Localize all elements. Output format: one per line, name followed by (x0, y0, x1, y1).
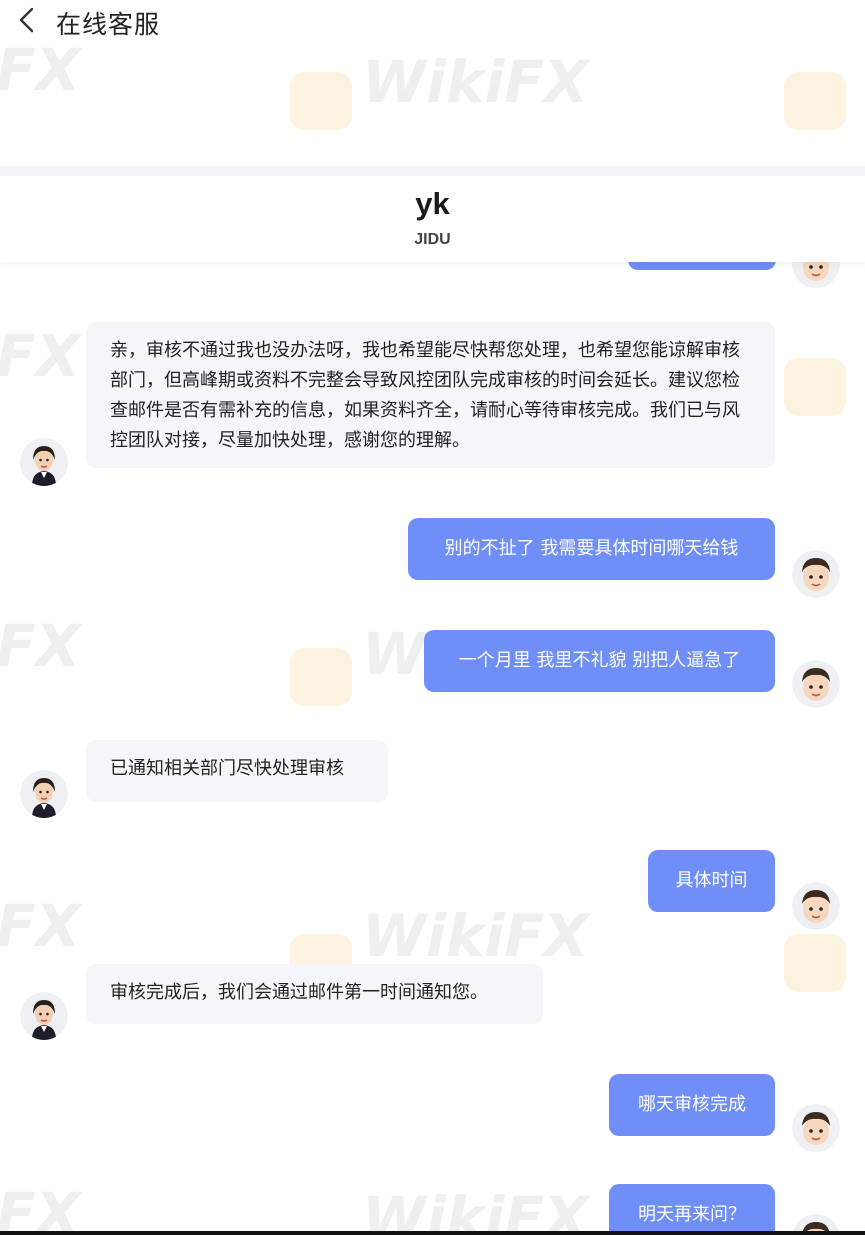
watermark-fragment: FX (0, 36, 81, 104)
user-message-bubble: 别的不扯了 我需要具体时间哪天给钱 (408, 518, 775, 580)
agent-avatar-icon (20, 992, 68, 1040)
chevron-left-icon[interactable] (16, 6, 40, 34)
user-message-bubble: 明天再来问？ (609, 1184, 775, 1231)
agent-avatar-icon (20, 770, 68, 818)
agent-header: yk JIDU (0, 176, 865, 262)
watermark-text: WikiFX (362, 902, 589, 970)
watermark-logo (290, 648, 352, 706)
watermark-logo (784, 934, 846, 992)
top-bar: 在线客服 (0, 0, 865, 44)
watermark-fragment: FX (0, 1180, 81, 1231)
page-title: 在线客服 (56, 10, 161, 39)
agent-message-bubble: 已通知相关部门尽快处理审核 (86, 740, 388, 802)
bottom-edge (0, 1231, 865, 1235)
watermark-fragment: FX (0, 612, 81, 680)
user-message-bubble: 具体时间 (648, 850, 775, 912)
user-avatar-icon (792, 1104, 840, 1152)
header-divider (0, 166, 865, 176)
user-message-bubble: 一个月里 我里不礼貌 别把人逼急了 (424, 630, 775, 692)
watermark-fragment: FX (0, 892, 81, 960)
user-message-bubble: 哪天审核完成 (609, 1074, 775, 1136)
agent-avatar-icon (20, 438, 68, 486)
watermark-text: WikiFX (362, 48, 589, 116)
user-avatar-icon (792, 660, 840, 708)
agent-message-bubble: 亲，审核不通过我也没办法呀，我也希望能尽快帮您处理，也希望您能谅解审核部门，但高… (86, 322, 775, 468)
agent-message-bubble: 审核完成后，我们会通过邮件第一时间通知您。 (86, 964, 543, 1024)
chat-area[interactable]: FX FX WikiFX FX WikiFX FX WikiFX 亲，审核不通过… (0, 262, 865, 1231)
watermark-logo (290, 72, 352, 130)
user-avatar-icon (792, 550, 840, 598)
user-avatar-icon (792, 1214, 840, 1231)
watermark-logo (784, 358, 846, 416)
watermark-fragment: FX (0, 322, 81, 390)
agent-name: yk (415, 186, 450, 221)
user-avatar-icon (792, 262, 840, 288)
user-message-bubble-partial (628, 262, 776, 270)
watermark-text: WikiFX (362, 1184, 589, 1231)
agent-company: JIDU (414, 231, 451, 248)
watermark-logo (784, 72, 846, 130)
user-avatar-icon (792, 882, 840, 930)
